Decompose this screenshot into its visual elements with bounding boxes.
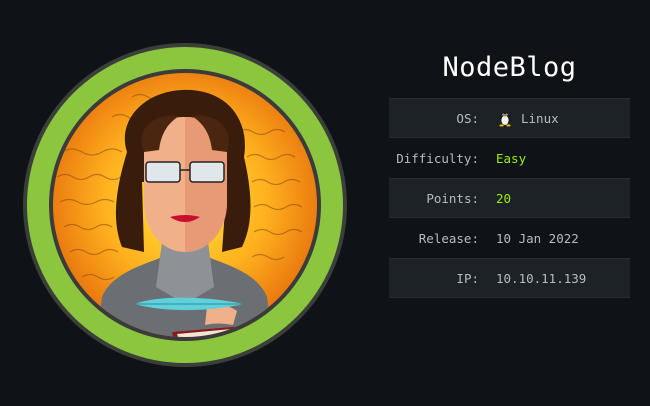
release-value: 10 Jan 2022 bbox=[496, 230, 579, 246]
info-row-difficulty: Difficulty: Easy bbox=[389, 138, 630, 178]
ip-value: 10.10.11.139 bbox=[496, 270, 587, 286]
ip-label: IP: bbox=[456, 270, 479, 286]
difficulty-value: Easy bbox=[496, 150, 527, 166]
difficulty-label: Difficulty: bbox=[396, 150, 479, 166]
machine-name: NodeBlog bbox=[442, 52, 577, 83]
os-value-wrap: Linux bbox=[496, 109, 559, 127]
points-label: Points: bbox=[426, 190, 479, 206]
info-row-os: OS: Linux bbox=[389, 98, 630, 138]
os-value: Linux bbox=[521, 110, 559, 126]
info-row-release: Release: 10 Jan 2022 bbox=[389, 218, 630, 258]
machine-avatar bbox=[22, 42, 348, 368]
release-label: Release: bbox=[418, 230, 479, 246]
machine-avatar-icon bbox=[23, 43, 347, 367]
machine-info-table: OS: Linux Difficulty: Easy Points: 20 Re… bbox=[389, 98, 630, 298]
info-row-ip: IP: 10.10.11.139 bbox=[389, 258, 630, 298]
info-row-points: Points: 20 bbox=[389, 178, 630, 218]
os-label: OS: bbox=[456, 110, 479, 126]
points-value: 20 bbox=[496, 190, 512, 206]
linux-penguin-icon bbox=[499, 112, 511, 127]
